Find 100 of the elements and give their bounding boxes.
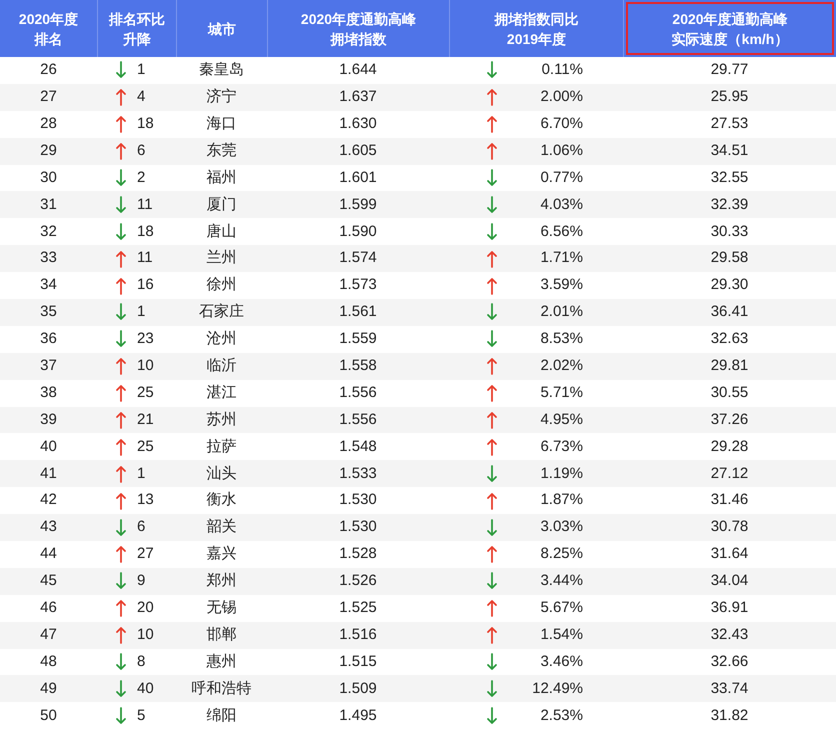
speed-cell-text: 27.12 [710, 464, 748, 484]
rank-change-cell-text: 16 [137, 275, 154, 296]
city-cell-text: 韶关 [206, 517, 236, 538]
rank-change-cell-text: 11 [137, 248, 153, 268]
index-cell-text: 1.559 [339, 329, 377, 350]
rank-cell-text: 37 [40, 356, 57, 376]
city-cell-text: 唐山 [206, 222, 236, 242]
column-header: 2020年度通勤高峰 [300, 10, 416, 28]
yoy-cell-text: 2.02% [539, 356, 583, 376]
index-cell-text: 1.515 [339, 652, 377, 672]
yoy-cell-text: 3.44% [539, 571, 583, 592]
rank-change-cell-text: 25 [137, 382, 154, 403]
city-cell-text: 海口 [206, 114, 236, 134]
index-cell-text: 1.530 [339, 490, 377, 510]
index-cell-text: 1.605 [339, 140, 377, 161]
city-cell-text: 郑州 [206, 571, 236, 592]
index-cell-text: 1.509 [339, 678, 377, 699]
rank-cell-text: 39 [40, 410, 57, 430]
yoy-cell-text: 1.19% [539, 464, 583, 484]
rank-change-cell-text: 4 [137, 87, 146, 108]
speed-cell-text: 30.55 [710, 382, 748, 403]
rank-cell-text: 44 [40, 544, 57, 564]
city-cell-text: 惠州 [206, 652, 236, 672]
city-cell-text: 福州 [206, 168, 236, 188]
rank-cell-text: 34 [40, 275, 57, 296]
speed-cell-text: 34.51 [710, 140, 748, 161]
yoy-cell-text: 8.53% [539, 329, 583, 350]
city-cell-text: 济宁 [206, 87, 236, 108]
speed-cell-text: 33.74 [710, 678, 748, 699]
yoy-cell-text: 5.67% [539, 598, 583, 618]
rank-cell-text: 49 [40, 678, 57, 699]
index-cell-text: 1.548 [339, 436, 377, 457]
column-header: 排名 [34, 30, 62, 48]
rank-cell-text: 31 [40, 194, 57, 215]
speed-cell-text: 29.30 [710, 275, 748, 296]
speed-cell-text: 27.53 [710, 114, 748, 134]
index-cell-text: 1.528 [339, 544, 377, 564]
rank-cell-text: 42 [40, 490, 57, 510]
yoy-cell-text: 2.01% [539, 302, 583, 322]
speed-cell-text: 30.78 [710, 517, 748, 538]
yoy-cell-text: 1.54% [539, 624, 583, 645]
yoy-cell-text: 2.00% [539, 87, 583, 108]
city-cell-text: 嘉兴 [206, 544, 236, 564]
speed-cell-text: 30.33 [710, 222, 748, 242]
rank-cell-text: 28 [40, 114, 57, 134]
city-cell-text: 徐州 [206, 275, 236, 296]
speed-cell-text: 29.77 [710, 60, 748, 80]
rank-change-cell-text: 2 [137, 168, 146, 188]
yoy-cell-text: 3.46% [539, 652, 583, 672]
index-cell-text: 1.561 [339, 302, 377, 322]
index-cell-text: 1.574 [339, 248, 377, 268]
rank-change-cell-text: 13 [137, 490, 154, 510]
rank-change-cell-text: 18 [137, 114, 154, 134]
speed-cell-text: 29.28 [710, 436, 748, 457]
city-cell-text: 秦皇岛 [199, 60, 244, 80]
speed-cell-text: 36.41 [710, 302, 748, 322]
yoy-cell-text: 2.53% [539, 706, 583, 726]
index-cell-text: 1.533 [339, 464, 377, 484]
rank-cell-text: 35 [40, 302, 57, 322]
rank-cell-text: 36 [40, 329, 57, 350]
yoy-cell-text: 12.49% [531, 678, 583, 699]
index-cell-text: 1.526 [339, 571, 377, 592]
yoy-cell-text: 6.70% [539, 114, 583, 134]
city-cell-text: 无锡 [206, 598, 236, 618]
index-cell-text: 1.599 [339, 194, 377, 215]
column-header: 2019年度 [506, 30, 566, 48]
speed-cell-text: 36.91 [710, 598, 748, 618]
rank-change-cell-text: 8 [137, 652, 146, 672]
index-cell-text: 1.558 [339, 356, 377, 376]
city-cell-text: 兰州 [206, 248, 236, 268]
index-cell-text: 1.556 [339, 382, 377, 403]
rank-change-cell-text: 10 [137, 624, 154, 645]
yoy-cell-text: 0.77% [539, 168, 583, 188]
rank-change-cell-text: 10 [137, 356, 154, 376]
city-cell-text: 厦门 [206, 194, 236, 215]
rank-change-cell-text: 9 [137, 571, 146, 592]
yoy-cell-text: 4.95% [539, 410, 583, 430]
city-cell-text: 绵阳 [206, 706, 236, 726]
city-cell-text: 苏州 [206, 410, 236, 430]
yoy-cell-text: 6.73% [539, 436, 583, 457]
column-header: 城市 [208, 20, 236, 38]
rank-change-cell-text: 1 [137, 302, 146, 322]
yoy-cell-text: 6.56% [539, 222, 583, 242]
rank-change-cell-text: 6 [137, 140, 146, 161]
yoy-cell-text: 4.03% [539, 194, 583, 215]
column-header: 排名环比 [109, 10, 165, 28]
rank-change-cell-text: 11 [137, 194, 153, 215]
rank-cell-text: 47 [40, 624, 57, 645]
city-cell-text: 汕头 [206, 464, 236, 484]
yoy-cell-text: 8.25% [539, 544, 583, 564]
yoy-cell-text: 3.03% [539, 517, 583, 538]
speed-cell-text: 29.81 [710, 356, 748, 376]
rank-change-cell-text: 18 [137, 222, 154, 242]
city-cell-text: 邯郸 [206, 624, 236, 645]
index-cell-text: 1.516 [339, 624, 377, 645]
speed-cell-text: 32.66 [710, 652, 748, 672]
rank-cell-text: 40 [40, 436, 57, 457]
rank-cell-text: 26 [40, 60, 57, 80]
rank-change-cell-text: 1 [137, 464, 146, 484]
speed-cell-text: 29.58 [710, 248, 748, 268]
